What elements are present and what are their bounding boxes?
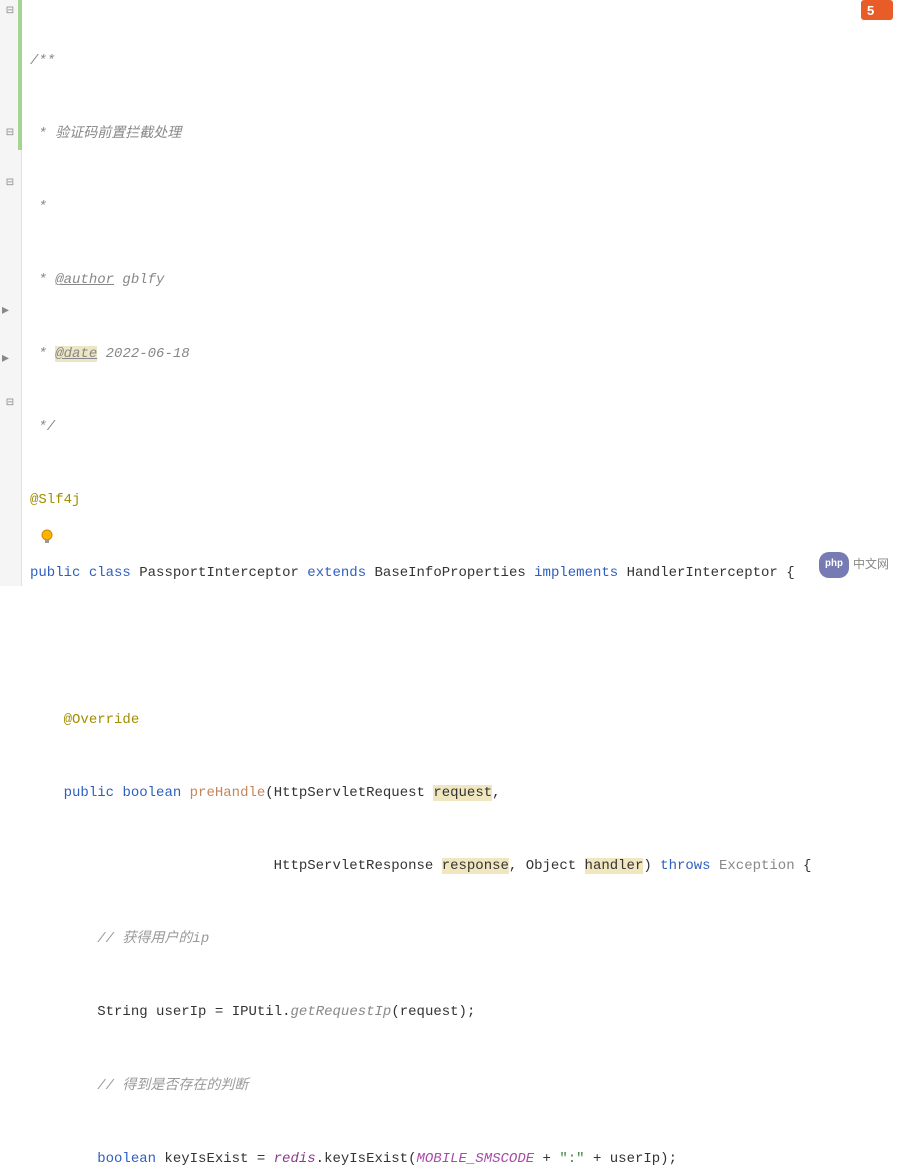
param-request: request	[433, 785, 492, 801]
fold-icon[interactable]: ⊟	[3, 127, 17, 141]
watermark-text: 中文网	[853, 553, 889, 577]
fold-icon[interactable]: ⊟	[3, 5, 17, 19]
slf4j-annotation: @Slf4j	[30, 492, 80, 508]
gutter: ⊟ ⊟ ⊟ ▸ ▸ ⊟	[0, 0, 22, 586]
gutter-arrow: ▸	[2, 299, 18, 315]
doc-desc: * 验证码前置拦截处理	[30, 126, 181, 142]
fold-icon[interactable]: ⊟	[3, 397, 17, 411]
date-tag: @date	[55, 346, 97, 362]
mobile-smscode-constant: MOBILE_SMSCODE	[417, 1151, 535, 1167]
corner-logo-icon: 5	[861, 0, 901, 33]
gutter-arrow: ▸	[2, 347, 18, 363]
code-editor[interactable]: /** * 验证码前置拦截处理 * * @author gblfy * @dat…	[22, 0, 901, 586]
doc-close: */	[30, 419, 55, 435]
author-tag: @author	[55, 272, 114, 288]
param-handler: handler	[585, 858, 644, 874]
comment-get-ip: // 获得用户的ip	[97, 931, 209, 947]
doc-blank: *	[30, 199, 47, 215]
override-annotation: @Override	[64, 712, 140, 728]
redis-field: redis	[274, 1151, 316, 1167]
php-badge: php	[819, 552, 849, 578]
fold-icon[interactable]: ⊟	[3, 177, 17, 191]
intention-bulb-icon[interactable]	[38, 528, 56, 546]
param-response: response	[442, 858, 509, 874]
svg-text:5: 5	[867, 3, 874, 18]
class-name: PassportInterceptor	[139, 565, 299, 581]
comment-check-exist: // 得到是否存在的判断	[97, 1078, 248, 1094]
get-request-ip: getRequestIp	[291, 1004, 392, 1020]
doc-open: /**	[30, 53, 55, 69]
watermark: php 中文网	[819, 552, 889, 578]
method-name: preHandle	[190, 785, 266, 801]
